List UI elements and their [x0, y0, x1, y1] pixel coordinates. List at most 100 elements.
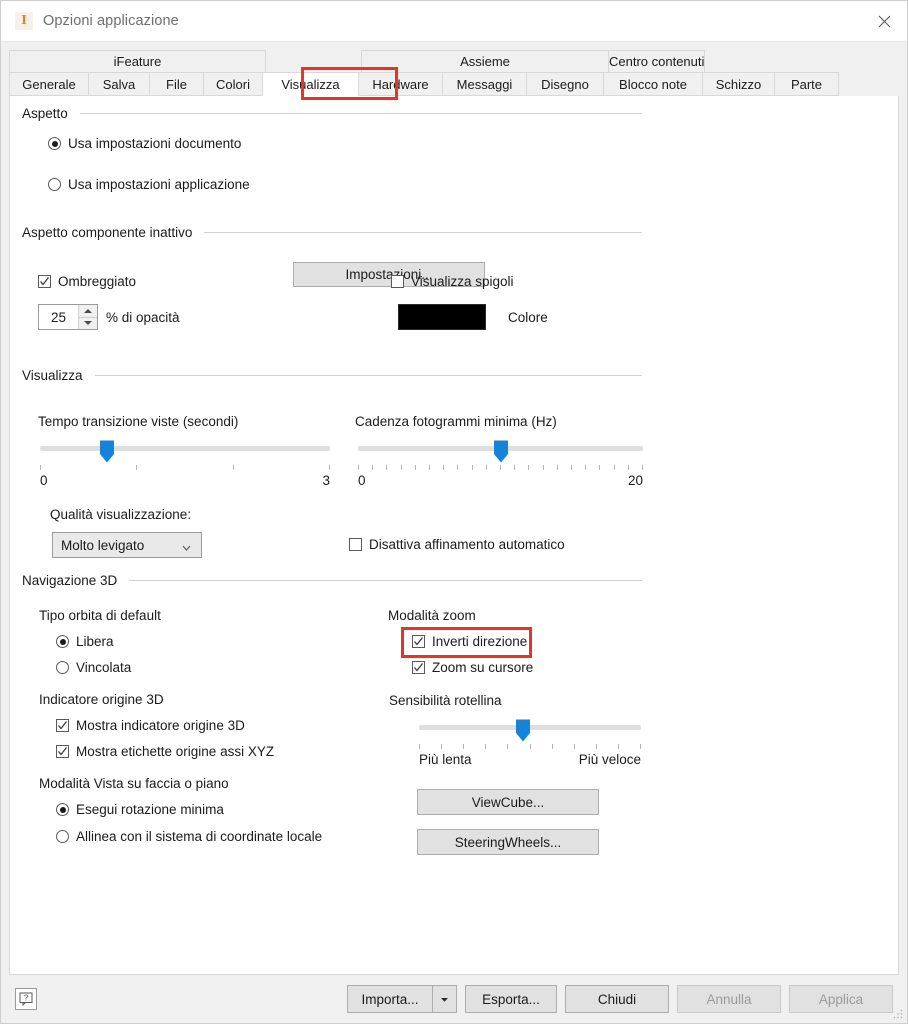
- dialog-body: iFeature Assieme Centro contenuti Generale…: [9, 42, 899, 975]
- radio-libera[interactable]: Libera: [56, 634, 114, 649]
- resize-grip[interactable]: [892, 1008, 904, 1020]
- tab-colori[interactable]: Colori: [203, 72, 263, 96]
- group-navigazione-3d: Navigazione 3D: [22, 573, 642, 588]
- annulla-button[interactable]: Annulla: [677, 985, 781, 1013]
- tab-file[interactable]: File: [149, 72, 204, 96]
- stepper-arrows[interactable]: [78, 305, 97, 329]
- title-bar: I Opzioni applicazione: [1, 1, 907, 42]
- application-options-window: I Opzioni applicazione iFeature Assieme Ce…: [0, 0, 908, 1024]
- group-aspetto: Aspetto: [22, 106, 642, 121]
- color-label: Colore: [508, 309, 548, 325]
- group-navigazione-title: Navigazione 3D: [22, 573, 642, 588]
- slider-max-label: 3: [322, 473, 330, 488]
- tab-label: File: [166, 76, 187, 92]
- applica-button[interactable]: Applica: [789, 985, 893, 1013]
- stepper-down-icon[interactable]: [79, 317, 97, 329]
- importa-button[interactable]: Importa...: [347, 985, 433, 1013]
- checkbox-indicator[interactable]: [412, 635, 425, 648]
- opacity-stepper[interactable]: 25: [38, 304, 98, 330]
- esporta-button[interactable]: Esporta...: [465, 985, 557, 1013]
- tab-schizzo[interactable]: Schizzo: [702, 72, 775, 96]
- tab-label: Schizzo: [715, 76, 762, 92]
- close-icon[interactable]: [861, 1, 907, 41]
- tab-group-label: Centro contenuti: [609, 54, 705, 69]
- checkbox-inverti-direzione[interactable]: Inverti direzione: [412, 634, 527, 649]
- slider-min-label: Più lenta: [419, 752, 472, 767]
- tab-hardware[interactable]: Hardware: [358, 72, 443, 96]
- slider-track[interactable]: [40, 446, 330, 451]
- divider: [79, 113, 642, 114]
- radio-label: Allinea con il sistema di coordinate loc…: [76, 829, 323, 844]
- checkbox-indicator[interactable]: [56, 719, 69, 732]
- tab-blocco-note[interactable]: Blocco note: [603, 72, 703, 96]
- slider-transizione-label: Tempo transizione viste (secondi): [38, 414, 239, 429]
- slider-sensibilita-rotellina[interactable]: Più lenta Più veloce: [419, 719, 641, 771]
- radio-label: Vincolata: [76, 660, 132, 675]
- checkbox-indicator[interactable]: [56, 745, 69, 758]
- slider-end-labels: 03: [40, 473, 330, 488]
- radio-vincolata[interactable]: Vincolata: [56, 660, 131, 675]
- tab-generale[interactable]: Generale: [9, 72, 89, 96]
- importa-split-button[interactable]: Importa...: [347, 985, 457, 1013]
- steeringwheels-button[interactable]: SteeringWheels...: [417, 829, 599, 855]
- tab-label: Hardware: [372, 76, 429, 92]
- stepper-up-icon[interactable]: [79, 305, 97, 318]
- tab-group-centro-contenuti: Centro contenuti: [608, 50, 706, 72]
- viewcube-button[interactable]: ViewCube...: [417, 789, 599, 815]
- slider-cadenza-fotogrammi[interactable]: 0 20: [358, 440, 643, 494]
- checkbox-disattiva-affinamento[interactable]: Disattiva affinamento automatico: [349, 537, 565, 552]
- radio-indicator[interactable]: [48, 178, 61, 191]
- radio-usa-impostazioni-applicazione[interactable]: Usa impostazioni applicazione: [48, 177, 250, 192]
- chevron-down-icon[interactable]: [182, 541, 191, 551]
- tab-group-label: iFeature: [113, 54, 162, 69]
- checkbox-indicator[interactable]: [391, 275, 404, 288]
- checkbox-indicator[interactable]: [349, 538, 362, 551]
- radio-allinea-coordinate-locale[interactable]: Allinea con il sistema di coordinate loc…: [56, 829, 322, 844]
- group-aspetto-title: Aspetto: [22, 106, 642, 121]
- slider-thumb[interactable]: [99, 440, 114, 463]
- qualita-visualizzazione-select[interactable]: Molto levigato: [52, 532, 202, 558]
- slider-thumb[interactable]: [493, 440, 508, 463]
- help-question-icon[interactable]: ?: [15, 988, 37, 1010]
- checkbox-label: Mostra indicatore origine 3D: [76, 718, 245, 733]
- checkbox-zoom-su-cursore[interactable]: Zoom su cursore: [412, 660, 533, 675]
- chiudi-button[interactable]: Chiudi: [565, 985, 669, 1013]
- checkbox-indicator[interactable]: [412, 661, 425, 674]
- indicatore-origine-label: Indicatore origine 3D: [39, 692, 164, 707]
- chevron-down-icon[interactable]: [433, 985, 457, 1013]
- radio-indicator[interactable]: [56, 803, 69, 816]
- tab-visualizza[interactable]: Visualizza: [262, 72, 359, 96]
- tab-parte[interactable]: Parte: [774, 72, 839, 96]
- radio-indicator[interactable]: [56, 635, 69, 648]
- radio-indicator[interactable]: [56, 830, 69, 843]
- checkbox-mostra-etichette-assi[interactable]: Mostra etichette origine assi XYZ: [56, 744, 274, 759]
- checkbox-label: Visualizza spigoli: [411, 274, 514, 289]
- group-visualizza-label: Visualizza: [22, 368, 83, 383]
- opacity-value[interactable]: 25: [39, 305, 78, 329]
- divider: [204, 232, 642, 233]
- checkbox-mostra-indicatore-origine[interactable]: Mostra indicatore origine 3D: [56, 718, 245, 733]
- inventor-i-glyph: I: [21, 13, 27, 28]
- radio-indicator[interactable]: [48, 137, 61, 150]
- checkbox-indicator[interactable]: [38, 275, 51, 288]
- radio-usa-impostazioni-documento[interactable]: Usa impostazioni documento: [48, 136, 241, 151]
- tab-label: Messaggi: [456, 76, 513, 92]
- slider-thumb[interactable]: [516, 719, 531, 742]
- tab-disegno[interactable]: Disegno: [526, 72, 604, 96]
- checkbox-ombreggiato[interactable]: Ombreggiato: [38, 274, 136, 289]
- checkbox-visualizza-spigoli[interactable]: Visualizza spigoli: [391, 274, 514, 289]
- group-componente-inattivo: Aspetto componente inattivo: [22, 225, 642, 240]
- tab-label: Generale: [22, 76, 76, 92]
- radio-esegui-rotazione-minima[interactable]: Esegui rotazione minima: [56, 802, 224, 817]
- footer-buttons: Importa... Esporta... Chiudi Annulla App…: [347, 985, 893, 1013]
- tab-messaggi[interactable]: Messaggi: [442, 72, 527, 96]
- tab-label: Visualizza: [281, 76, 340, 92]
- radio-indicator[interactable]: [56, 661, 69, 674]
- color-swatch[interactable]: [398, 304, 486, 330]
- tab-salva[interactable]: Salva: [88, 72, 150, 96]
- group-aspetto-label: Aspetto: [22, 106, 68, 121]
- group-componente-inattivo-title: Aspetto componente inattivo: [22, 225, 642, 240]
- tab-group-assieme: Assieme: [361, 50, 609, 72]
- slider-tempo-transizione[interactable]: 03: [40, 440, 330, 494]
- opacity-label: % di opacità: [106, 309, 180, 325]
